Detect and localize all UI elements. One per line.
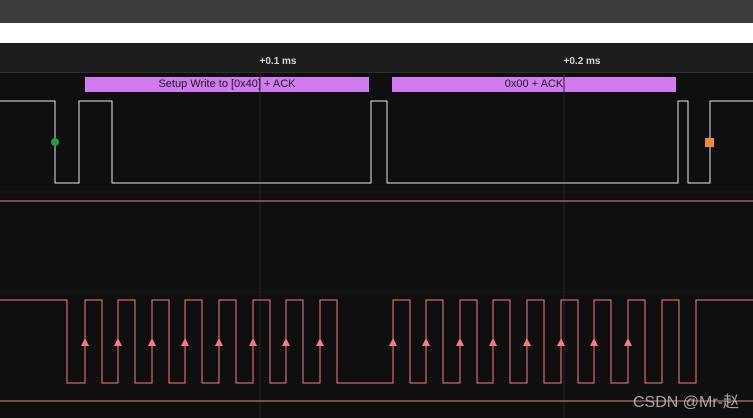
scl-clock-edge-markers [81,338,632,346]
rising-edge-arrow-icon [215,338,223,346]
rising-edge-arrow-icon [282,338,290,346]
rising-edge-arrow-icon [624,338,632,346]
rising-edge-arrow-icon [148,338,156,346]
watermark-text: CSDN @Mr-赵 [632,394,739,411]
sda-waveform [0,100,753,184]
rising-edge-arrow-icon [114,338,122,346]
rising-edge-arrow-icon [523,338,531,346]
stop-condition-marker [705,138,714,147]
rising-edge-arrow-icon [81,338,89,346]
grid-lines [259,72,565,418]
rising-edge-arrow-icon [489,338,497,346]
rising-edge-arrow-icon [181,338,189,346]
rising-edge-arrow-icon [456,338,464,346]
rising-edge-arrow-icon [590,338,598,346]
start-condition-marker [51,138,59,146]
waveform-canvas [0,72,753,418]
rising-edge-arrow-icon [316,338,324,346]
rising-edge-arrow-icon [249,338,257,346]
rising-edge-arrow-icon [389,338,397,346]
scl-waveform [0,299,753,384]
rising-edge-arrow-icon [422,338,430,346]
